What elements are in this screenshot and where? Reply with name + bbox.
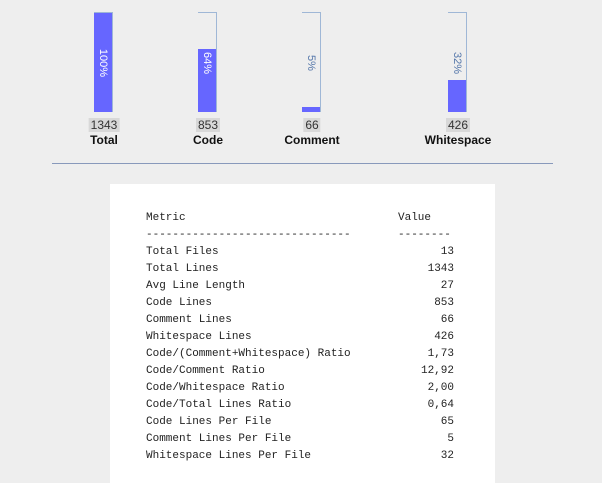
table-row: Total Files 13 [146,244,454,261]
metric-value: 853 [434,297,454,309]
metric-name: Whitespace Lines [146,331,252,343]
bar-name: Total [90,133,118,147]
column-header-value: Value [398,212,432,224]
bar-fill [448,80,466,112]
bar-count: 1343 [88,118,120,132]
table-row: Code/Comment Ratio 12,92 [146,363,454,380]
bar-name: Comment [284,133,340,147]
metric-name: Total Lines [146,263,219,275]
bar-percent-label: 100% [97,48,109,77]
header-rule-metric: ------------------------------- [146,229,351,241]
metric-name: Code/Comment Ratio [146,365,265,377]
metric-name: Code Lines Per File [146,416,272,428]
bar-count: 66 [303,118,321,132]
section-divider [52,163,553,164]
table-row: Code/Total Lines Ratio 0,64 [146,397,454,414]
bar-track: 32% [448,12,467,112]
table-row: Total Lines 1343 [146,261,454,278]
bar-track: 100% [94,12,113,112]
metric-name: Total Files [146,246,219,258]
table-header: Metric Value [146,210,454,227]
table-row: Code Lines Per File 65 [146,414,454,431]
column-header-metric: Metric [146,212,186,224]
table-row: Whitespace Lines 426 [146,329,454,346]
table-row: Comment Lines 66 [146,312,454,329]
bar-name: Code [193,133,223,147]
metric-value: 5 [447,433,454,445]
bar-count: 853 [195,118,221,132]
metric-value: 1343 [427,263,454,275]
table-row: Avg Line Length 27 [146,278,454,295]
metric-name: Code Lines [146,297,213,309]
bar-percent-label: 5% [305,54,317,71]
bar-track: 64% [198,12,217,112]
bar-track: 5% [302,12,321,112]
metric-name: Whitespace Lines Per File [146,450,312,462]
metric-name: Comment Lines Per File [146,433,292,445]
table-row: Whitespace Lines Per File 32 [146,448,454,465]
header-rule-value: -------- [398,229,451,241]
line-breakdown-bars: 100% 1343 Total 64% 853 Code 5% 66 Comme… [0,0,602,160]
bar-fill [302,107,320,112]
bar-count: 426 [445,118,471,132]
metric-value: 426 [434,331,454,343]
table-row: Code/Whitespace Ratio 2,00 [146,380,454,397]
table-row: Comment Lines Per File 5 [146,431,454,448]
bar-percent-label: 64% [201,51,213,74]
metric-value: 65 [440,416,454,428]
bar-name: Whitespace [424,133,492,147]
metric-value: 1,73 [427,348,454,360]
table-row: Code Lines 853 [146,295,454,312]
metric-value: 13 [440,246,454,258]
metric-value: 12,92 [420,365,454,377]
metric-name: Code/Whitespace Ratio [146,382,285,394]
bar-percent-label: 32% [451,51,463,74]
table-row: Code/(Comment+Whitespace) Ratio 1,73 [146,346,454,363]
metrics-table: Metric Value ---------------------------… [110,184,495,483]
metric-value: 66 [440,314,454,326]
metric-value: 27 [440,280,454,292]
table-header-rule: ------------------------------- -------- [146,227,454,244]
metric-name: Code/(Comment+Whitespace) Ratio [146,348,351,360]
metric-value: 2,00 [427,382,454,394]
metric-value: 0,64 [427,399,454,411]
metric-name: Code/Total Lines Ratio [146,399,292,411]
metric-name: Comment Lines [146,314,232,326]
metric-name: Avg Line Length [146,280,246,292]
metric-value: 32 [440,450,454,462]
